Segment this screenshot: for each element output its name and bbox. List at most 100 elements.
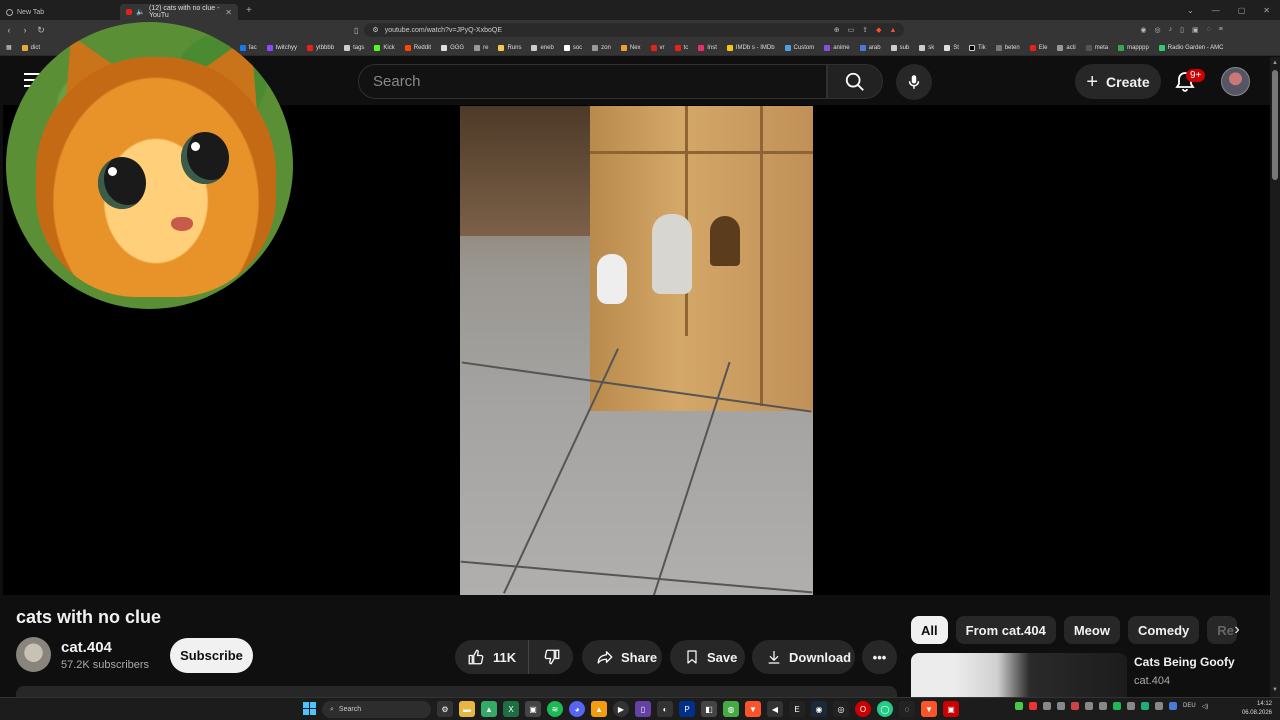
- tab-new-tab[interactable]: New Tab: [0, 4, 120, 20]
- wallet-icon[interactable]: ▣: [1192, 26, 1199, 34]
- chevron-right-icon[interactable]: ›: [1226, 619, 1248, 641]
- bookmark-item[interactable]: meta: [1085, 44, 1108, 51]
- tray-icon[interactable]: [1043, 702, 1051, 710]
- extension-icon[interactable]: ♪: [1169, 26, 1173, 34]
- create-button[interactable]: + Create: [1075, 64, 1161, 99]
- minimize-icon[interactable]: —: [1212, 6, 1220, 15]
- brave-rewards-icon[interactable]: ▲: [889, 27, 896, 34]
- twitch-icon[interactable]: ▯: [635, 701, 651, 717]
- search-box[interactable]: [358, 64, 827, 99]
- app-icon[interactable]: ◍: [723, 701, 739, 717]
- bookmark-item[interactable]: beten: [995, 44, 1020, 51]
- bookmark-item[interactable]: sub: [890, 44, 909, 51]
- brave-shields-icon[interactable]: ◆: [876, 26, 881, 34]
- chevron-down-icon[interactable]: ⌄: [1187, 6, 1194, 15]
- reload-icon[interactable]: ↻: [34, 25, 48, 36]
- account-avatar[interactable]: [1221, 67, 1250, 96]
- extension-icon[interactable]: ◉: [1140, 26, 1146, 34]
- tab-youtube-video[interactable]: 🔈 (12) cats with no clue - YouTu ✕: [120, 4, 238, 20]
- discord-icon[interactable]: ◕: [569, 701, 585, 717]
- app-icon[interactable]: ◯: [877, 701, 893, 717]
- chip-all[interactable]: All: [911, 616, 948, 644]
- bookmark-item[interactable]: St: [944, 44, 959, 51]
- extension-icon[interactable]: ◎: [1155, 26, 1161, 34]
- bookmark-item[interactable]: zon: [592, 44, 611, 51]
- back-icon[interactable]: ‹: [2, 25, 16, 35]
- brave-browser-icon[interactable]: ▼: [921, 701, 937, 717]
- system-clock[interactable]: 14:12 06.08.2026: [1238, 700, 1272, 718]
- taskbar-search[interactable]: ⌕ Search: [322, 701, 431, 718]
- excel-icon[interactable]: X: [503, 701, 519, 717]
- recommendation-title[interactable]: Cats Being Goofy: [1134, 655, 1235, 669]
- app-icon[interactable]: ▣: [525, 701, 541, 717]
- scroll-up-icon[interactable]: ▲: [1272, 60, 1278, 66]
- bookmark-item[interactable]: IMDb s - IMDb: [726, 44, 775, 51]
- apps-grid-icon[interactable]: ▦: [6, 44, 12, 51]
- bookmark-item[interactable]: sk: [919, 44, 934, 51]
- app-icon[interactable]: ◎: [833, 701, 849, 717]
- settings-app-icon[interactable]: ⚙: [437, 701, 453, 717]
- address-bar[interactable]: ⚙ youtube.com/watch?v=JPyQ-XxboQE ⊕ ▭ ⇪ …: [364, 23, 905, 37]
- app-icon[interactable]: ▣: [943, 701, 959, 717]
- tray-icon[interactable]: [1113, 702, 1121, 710]
- bookmark-item[interactable]: anime: [824, 44, 850, 51]
- bookmark-item[interactable]: Kick: [374, 44, 395, 51]
- maximize-icon[interactable]: ▢: [1238, 6, 1246, 15]
- close-window-icon[interactable]: ✕: [1263, 6, 1270, 15]
- chip-comedy[interactable]: Comedy: [1127, 616, 1200, 644]
- channel-name[interactable]: cat.404: [61, 639, 112, 656]
- bookmark-item[interactable]: Radio Garden - AMC: [1158, 44, 1223, 51]
- scrollbar-thumb[interactable]: [1272, 70, 1278, 180]
- dislike-button[interactable]: [529, 640, 575, 674]
- bookmark-item[interactable]: acti: [1057, 44, 1076, 51]
- search-button[interactable]: [827, 64, 883, 99]
- app-icon[interactable]: ◐: [657, 701, 673, 717]
- tray-icon[interactable]: [1057, 702, 1065, 710]
- windows-start-icon[interactable]: [303, 702, 316, 715]
- cast-icon[interactable]: ▭: [848, 26, 855, 34]
- bookmark-item[interactable]: mapppp: [1118, 44, 1149, 51]
- new-tab-button[interactable]: +: [246, 5, 252, 16]
- tray-icon[interactable]: [1099, 702, 1107, 710]
- bookmark-item[interactable]: eneb: [531, 44, 554, 51]
- file-explorer-icon[interactable]: ▬: [459, 701, 475, 717]
- tray-icon[interactable]: [1085, 702, 1093, 710]
- bookmark-item[interactable]: ytbbbb: [307, 44, 334, 51]
- save-button[interactable]: Save: [670, 640, 745, 674]
- chip-from-channel[interactable]: From cat.404: [955, 616, 1056, 644]
- tray-icon[interactable]: [1071, 702, 1079, 710]
- bookmark-item[interactable]: Reddit: [404, 44, 431, 51]
- bookmark-item[interactable]: re: [474, 44, 488, 51]
- bookmark-item[interactable]: Ele: [1029, 44, 1047, 51]
- site-info-icon[interactable]: ⚙: [372, 26, 378, 34]
- playstation-icon[interactable]: P: [679, 701, 695, 717]
- app-icon[interactable]: ▲: [481, 701, 497, 717]
- bookmark-item[interactable]: tags: [344, 44, 364, 51]
- app-icon[interactable]: ◀: [767, 701, 783, 717]
- bookmark-item[interactable]: Runs: [498, 44, 521, 51]
- bookmark-item[interactable]: Custom: [784, 44, 814, 51]
- tray-icon[interactable]: [1155, 702, 1163, 710]
- vlc-icon[interactable]: ▲: [591, 701, 607, 717]
- bookmark-item[interactable]: dict: [21, 44, 40, 51]
- search-input[interactable]: [359, 65, 826, 98]
- bookmark-item[interactable]: soc: [563, 44, 582, 51]
- tray-icon[interactable]: [1015, 702, 1023, 710]
- tray-icon[interactable]: [1127, 702, 1135, 710]
- media-player-icon[interactable]: ▶: [613, 701, 629, 717]
- forward-icon[interactable]: ›: [18, 25, 32, 35]
- bookmark-item[interactable]: GGG: [441, 44, 464, 51]
- tray-icon[interactable]: [1141, 702, 1149, 710]
- subscribe-button[interactable]: Subscribe: [170, 638, 253, 673]
- scroll-down-icon[interactable]: ▼: [1272, 687, 1278, 693]
- description-box[interactable]: [16, 686, 897, 697]
- spotify-icon[interactable]: ≋: [547, 701, 563, 717]
- sidebar-icon[interactable]: ▯: [1180, 26, 1184, 34]
- recommendation-thumbnail[interactable]: [911, 653, 1127, 697]
- bookmark-page-icon[interactable]: ▯: [354, 26, 358, 35]
- share-button[interactable]: Share: [582, 640, 662, 674]
- steam-icon[interactable]: ◉: [811, 701, 827, 717]
- bookmark-item[interactable]: tc: [674, 44, 688, 51]
- more-actions-button[interactable]: •••: [862, 640, 897, 674]
- app-icon[interactable]: ◌: [899, 701, 915, 717]
